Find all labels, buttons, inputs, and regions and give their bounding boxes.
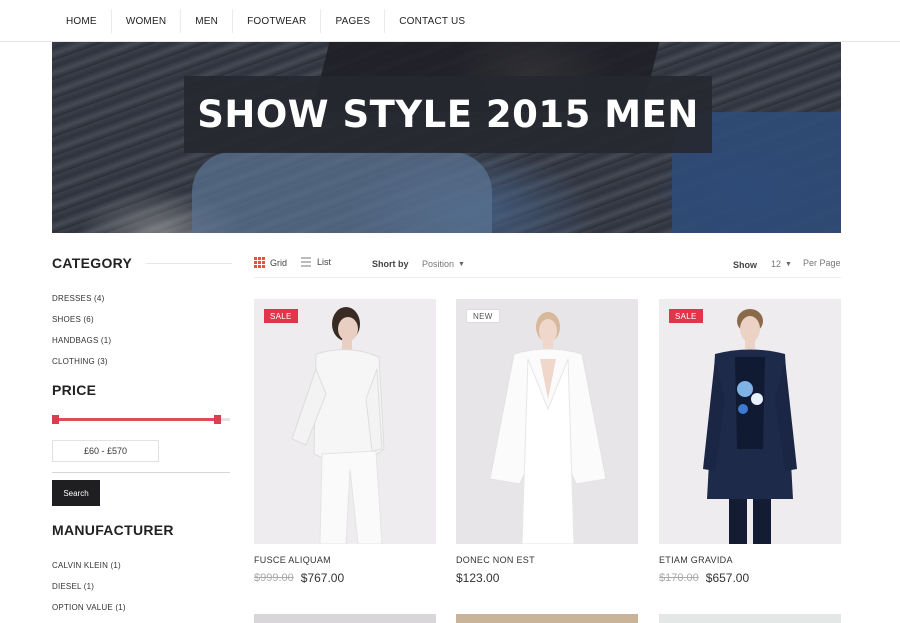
nav-item-home[interactable]: HOME: [52, 9, 112, 33]
chevron-down-icon: ▼: [785, 260, 792, 268]
product-name[interactable]: ETIAM GRAVIDA: [659, 555, 841, 565]
old-price: $170.00: [659, 572, 699, 584]
sale-badge: SALE: [264, 309, 298, 323]
nav-link-pages[interactable]: PAGES: [335, 16, 370, 27]
product-prices: $123.00: [456, 571, 638, 585]
sort-value: Position: [422, 259, 455, 269]
sort-label: Short by: [372, 259, 409, 269]
show-select[interactable]: 12 ▼: [771, 259, 792, 269]
product-image[interactable]: NEW: [456, 299, 638, 544]
old-price: $999.00: [254, 572, 294, 584]
slider-handle-min[interactable]: [52, 415, 59, 424]
product-image-next-row[interactable]: [456, 614, 638, 623]
manufacturer-list: CALVIN KLEIN (1) DIESEL (1) OPTION VALUE…: [52, 561, 126, 623]
sort-label-wrap: Short by: [372, 259, 409, 269]
product-image-next-row[interactable]: [254, 614, 436, 623]
product-name[interactable]: DONEC NON EST: [456, 555, 638, 565]
manufacturer-item[interactable]: OPTION VALUE (1): [52, 603, 126, 623]
nav-link-men[interactable]: MEN: [195, 16, 218, 27]
search-button[interactable]: Search: [52, 480, 100, 506]
grid-icon: [254, 257, 265, 268]
category-title: CATEGORY: [52, 255, 133, 271]
list-label: List: [317, 257, 332, 267]
list-view-toggle[interactable]: List: [301, 257, 331, 267]
product-prices: $170.00 $657.00: [659, 571, 841, 585]
show-label: Show: [733, 260, 757, 270]
nav-link-contact[interactable]: CONTACT US: [399, 16, 465, 27]
product-name[interactable]: FUSCE ALIQUAM: [254, 555, 436, 565]
nav-link-footwear[interactable]: FOOTWEAR: [247, 16, 306, 27]
hero-title-box: SHOW STYLE 2015 MEN: [184, 76, 712, 153]
grid-view-toggle[interactable]: Grid: [254, 257, 287, 268]
sort-select[interactable]: Position ▼: [422, 259, 465, 269]
heading-divider: [146, 262, 232, 264]
sale-badge: SALE: [669, 309, 703, 323]
product-image-next-row[interactable]: [659, 614, 841, 623]
chevron-down-icon: ▼: [458, 260, 465, 268]
product-card[interactable]: NEW DONEC NON EST $123.00: [456, 299, 638, 585]
product-toolbar: Grid List Short by Position ▼ Show 12 ▼ …: [254, 254, 841, 278]
current-price: $767.00: [300, 571, 345, 585]
slider-fill: [54, 418, 219, 421]
product-photo-woman-white-jacket: [254, 299, 436, 544]
price-divider: [52, 472, 230, 473]
hero-banner-image[interactable]: SHOW STYLE 2015 MEN: [52, 42, 841, 233]
grid-label: Grid: [270, 257, 288, 268]
category-list: DRESSES (4) SHOES (6) HANDBAGS (1) CLOTH…: [52, 294, 111, 378]
per-page-label: Per Page: [803, 258, 841, 268]
product-prices: $999.00 $767.00: [254, 571, 436, 585]
category-item[interactable]: SHOES (6): [52, 315, 111, 336]
current-price: $657.00: [705, 571, 750, 585]
hero-title: SHOW STYLE 2015 MEN: [197, 93, 699, 136]
nav-item-men[interactable]: MEN: [181, 9, 234, 33]
product-photo-woman-white-dress: [456, 299, 638, 544]
price-heading: PRICE: [52, 382, 96, 398]
product-card[interactable]: SALE FUSCE ALIQUAM $999.00 $767.00: [254, 299, 436, 585]
price-range-value: £60 - £570: [52, 440, 159, 462]
current-price: $123.00: [456, 571, 500, 585]
hero-photo-detail: [192, 152, 492, 233]
manufacturer-heading: MANUFACTURER: [52, 522, 174, 538]
category-heading: CATEGORY: [52, 255, 232, 271]
nav-link-home[interactable]: HOME: [66, 16, 97, 27]
top-navigation: HOME WOMEN MEN FOOTWEAR PAGES CONTACT US: [0, 0, 900, 42]
price-title: PRICE: [52, 382, 97, 398]
price-range-slider[interactable]: [52, 411, 230, 427]
show-value: 12: [771, 259, 782, 269]
manufacturer-item[interactable]: CALVIN KLEIN (1): [52, 561, 126, 582]
category-item[interactable]: HANDBAGS (1): [52, 336, 111, 357]
new-badge: NEW: [466, 309, 500, 323]
category-item[interactable]: DRESSES (4): [52, 294, 111, 315]
show-label-wrap: Show: [733, 260, 757, 270]
nav-item-contact[interactable]: CONTACT US: [385, 9, 479, 33]
manufacturer-item[interactable]: DIESEL (1): [52, 582, 126, 603]
nav-item-pages[interactable]: PAGES: [321, 9, 386, 33]
nav-item-footwear[interactable]: FOOTWEAR: [233, 9, 322, 33]
list-icon: [301, 257, 311, 267]
category-item[interactable]: CLOTHING (3): [52, 357, 111, 378]
nav-item-women[interactable]: WOMEN: [112, 9, 182, 33]
product-photo-man-navy-coat: [659, 299, 841, 544]
product-card[interactable]: SALE ETIAM GRAVIDA $170.00 $657.00: [659, 299, 841, 585]
nav-link-women[interactable]: WOMEN: [126, 16, 166, 27]
product-image[interactable]: SALE: [659, 299, 841, 544]
slider-handle-max[interactable]: [214, 415, 221, 424]
product-image[interactable]: SALE: [254, 299, 436, 544]
per-page-wrap: Per Page: [803, 258, 841, 268]
manufacturer-title: MANUFACTURER: [52, 522, 174, 538]
